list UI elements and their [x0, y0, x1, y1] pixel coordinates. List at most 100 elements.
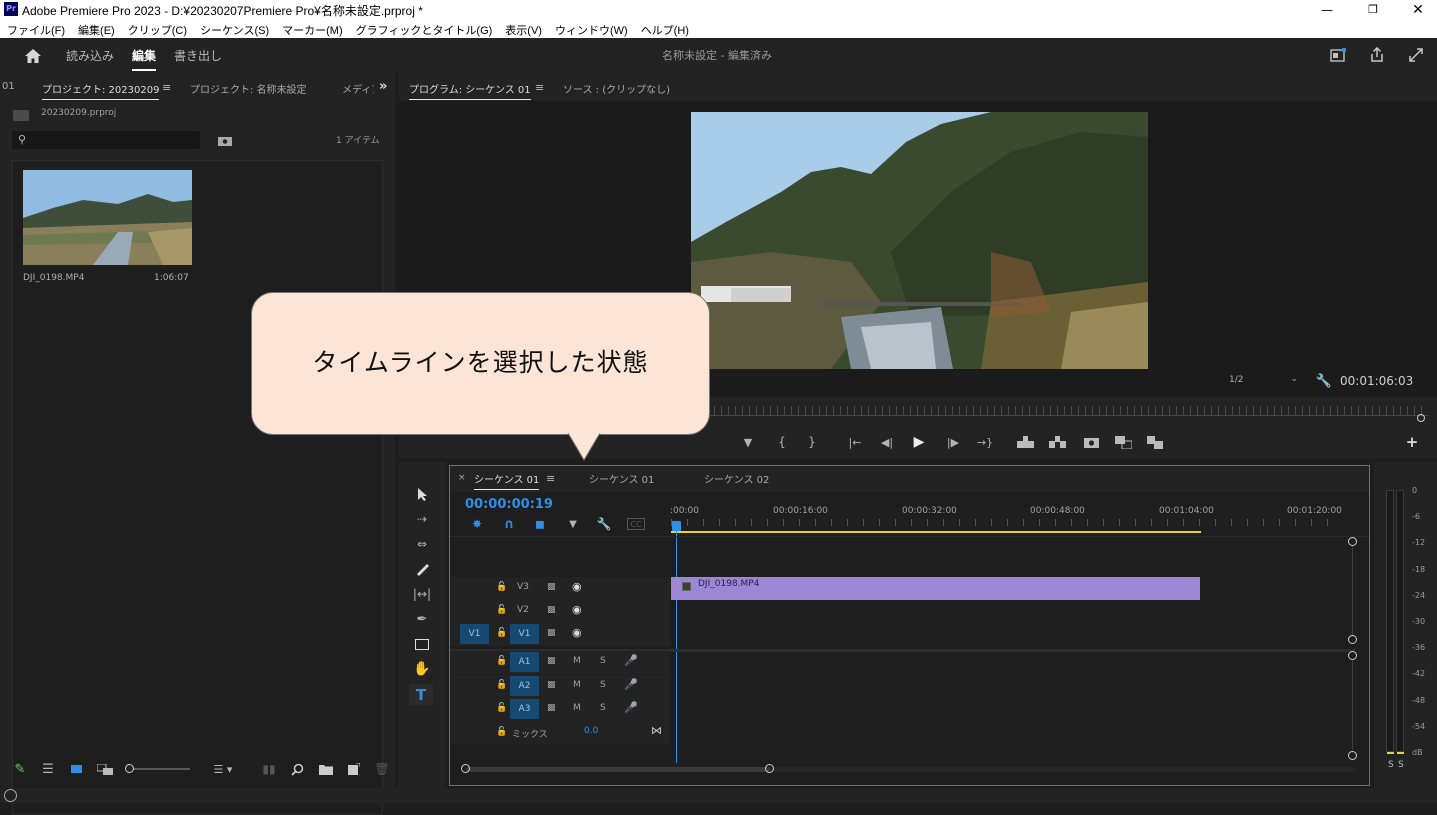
step-back-icon[interactable]: ◀| [877, 434, 897, 450]
h-scroll-thumb[interactable] [466, 767, 770, 772]
new-item-icon[interactable] [345, 761, 363, 777]
track-select-tool-icon[interactable]: ⇢ [411, 509, 433, 529]
track-header-v3[interactable]: 🔓 V3 ▩ ◉ [450, 577, 670, 600]
track-header-a3[interactable]: 🔓 A3 ▩ M S 🎤 [450, 698, 670, 721]
track-header-a1[interactable]: 🔓 A1 ▩ M S 🎤 [450, 651, 670, 674]
mix-volume-value[interactable]: 0.0 [584, 726, 598, 736]
add-button-icon[interactable]: + [1403, 433, 1421, 451]
solo-button[interactable]: S [600, 680, 606, 690]
work-area-bar[interactable] [671, 531, 1201, 533]
zoom-slider[interactable] [130, 768, 190, 770]
share-icon[interactable] [1367, 46, 1387, 64]
eye-icon[interactable]: ◉ [572, 580, 582, 593]
sync-lock-icon[interactable]: ▩ [547, 703, 556, 713]
fullscreen-icon[interactable] [1406, 46, 1426, 64]
microphone-icon[interactable]: 🎤 [624, 654, 638, 667]
type-tool-icon[interactable]: T [409, 684, 433, 705]
track-target-a2[interactable]: A2 [510, 676, 539, 696]
new-bin-icon[interactable] [317, 761, 335, 777]
home-icon[interactable] [22, 46, 44, 66]
source-patch-v1[interactable]: V1 [460, 624, 489, 644]
find-icon[interactable] [288, 761, 306, 777]
tab-sequence02[interactable]: シーケンス 02 [704, 471, 769, 486]
timeline-settings-icon[interactable]: 🔧 [595, 516, 613, 532]
a-scroll-top-handle[interactable] [1348, 651, 1357, 660]
lock-icon[interactable]: 🔓 [496, 680, 507, 690]
sort-icon[interactable]: ☰ ▾ [206, 761, 240, 777]
tab-project-unnamed[interactable]: プロジェクト: 名称未設定 [190, 81, 307, 96]
a-scroll-track[interactable] [1352, 660, 1353, 750]
monitor-scroll-handle[interactable] [1417, 414, 1425, 422]
export-frame-icon[interactable] [1081, 434, 1101, 450]
razor-tool-icon[interactable] [411, 559, 433, 579]
mute-button[interactable]: M [573, 680, 581, 690]
tab-export[interactable]: 書き出し [174, 47, 222, 64]
h-scroll-left-handle[interactable] [461, 764, 470, 773]
mark-in-icon[interactable]: { [773, 434, 791, 450]
go-to-out-icon[interactable]: →} [975, 434, 995, 450]
restore-icon[interactable]: ❐ [1356, 0, 1390, 19]
pen-tool-icon[interactable]: ✒ [411, 609, 433, 629]
go-to-in-icon[interactable]: |← [845, 434, 865, 450]
close-tab-icon[interactable]: × [458, 473, 466, 483]
v-scroll-mid-handle[interactable] [1348, 635, 1357, 644]
track-target-v1[interactable]: V1 [510, 624, 539, 644]
extract-icon[interactable] [1047, 434, 1067, 450]
tab-sequence01[interactable]: シーケンス 01 [589, 471, 654, 486]
program-video-frame[interactable] [691, 112, 1148, 369]
icon-view-icon[interactable] [67, 761, 85, 777]
more-tabs-icon[interactable]: » [379, 79, 387, 94]
a-scroll-bottom-handle[interactable] [1348, 751, 1357, 760]
menu-item-7[interactable]: ウィンドウ(W) [555, 22, 628, 38]
v-scroll-top-handle[interactable] [1348, 537, 1357, 546]
h-scroll-right-handle[interactable] [765, 764, 774, 773]
mark-out-icon[interactable]: } [803, 434, 821, 450]
timeline-timecode[interactable]: 00:00:00:19 [465, 497, 553, 512]
clip-thumbnail[interactable] [23, 170, 192, 265]
sync-lock-icon[interactable]: ▩ [547, 628, 556, 638]
playhead-marker[interactable] [672, 521, 681, 531]
lock-icon[interactable]: 🔓 [496, 605, 507, 615]
search-input[interactable] [12, 131, 200, 149]
tab-import[interactable]: 読み込み [66, 47, 114, 64]
track-header-v1[interactable]: V1 🔓 V1 ▩ ◉ [450, 623, 670, 646]
menu-item-0[interactable]: ファイル(F) [7, 22, 65, 38]
solo-right-button[interactable]: S [1398, 760, 1404, 770]
solo-left-button[interactable]: S [1388, 760, 1394, 770]
tab-project-20230209[interactable]: プロジェクト: 20230209 [42, 81, 160, 100]
add-marker-timeline-icon[interactable]: ▼ [564, 516, 582, 532]
sync-lock-icon[interactable]: ▩ [547, 656, 556, 666]
pencil-icon[interactable]: ✎ [11, 761, 29, 777]
new-bin-search-icon[interactable] [217, 133, 233, 147]
multicam-icon[interactable] [1145, 434, 1165, 450]
rectangle-tool-icon[interactable] [411, 634, 433, 654]
freeform-view-icon[interactable] [95, 761, 115, 777]
menu-item-4[interactable]: マーカー(M) [282, 22, 343, 38]
eye-icon[interactable]: ◉ [572, 603, 582, 616]
add-marker-icon[interactable]: ▼ [739, 434, 757, 450]
menu-item-8[interactable]: ヘルプ(H) [641, 22, 689, 38]
comparison-view-icon[interactable] [1113, 434, 1133, 450]
mute-button[interactable]: M [573, 703, 581, 713]
ripple-edit-tool-icon[interactable]: ⇔ [411, 534, 433, 554]
lift-icon[interactable] [1015, 434, 1035, 450]
timeline-menu-icon[interactable]: ≡ [546, 472, 555, 485]
lock-icon[interactable]: 🔓 [496, 628, 507, 638]
microphone-icon[interactable]: 🎤 [624, 701, 638, 714]
track-target-a1[interactable]: A1 [510, 652, 539, 672]
tab-edit[interactable]: 編集 [132, 47, 156, 64]
eye-icon[interactable]: ◉ [572, 626, 582, 639]
v-scroll-track[interactable] [1352, 546, 1353, 636]
hand-tool-icon[interactable]: ✋ [411, 659, 433, 679]
track-header-v2[interactable]: 🔓 V2 ▩ ◉ [450, 600, 670, 623]
quick-export-icon[interactable] [1328, 46, 1348, 64]
mute-button[interactable]: M [573, 656, 581, 666]
sync-lock-icon[interactable]: ▩ [547, 680, 556, 690]
solo-button[interactable]: S [600, 656, 606, 666]
tab-program-sequence01[interactable]: プログラム: シーケンス 01 [409, 81, 531, 100]
lock-icon[interactable]: 🔓 [496, 656, 507, 666]
track-target-a3[interactable]: A3 [510, 699, 539, 719]
menu-item-5[interactable]: グラフィックとタイトル(G) [356, 22, 493, 38]
monitor-menu-icon[interactable]: ≡ [535, 81, 544, 94]
lock-icon[interactable]: 🔓 [496, 727, 507, 737]
